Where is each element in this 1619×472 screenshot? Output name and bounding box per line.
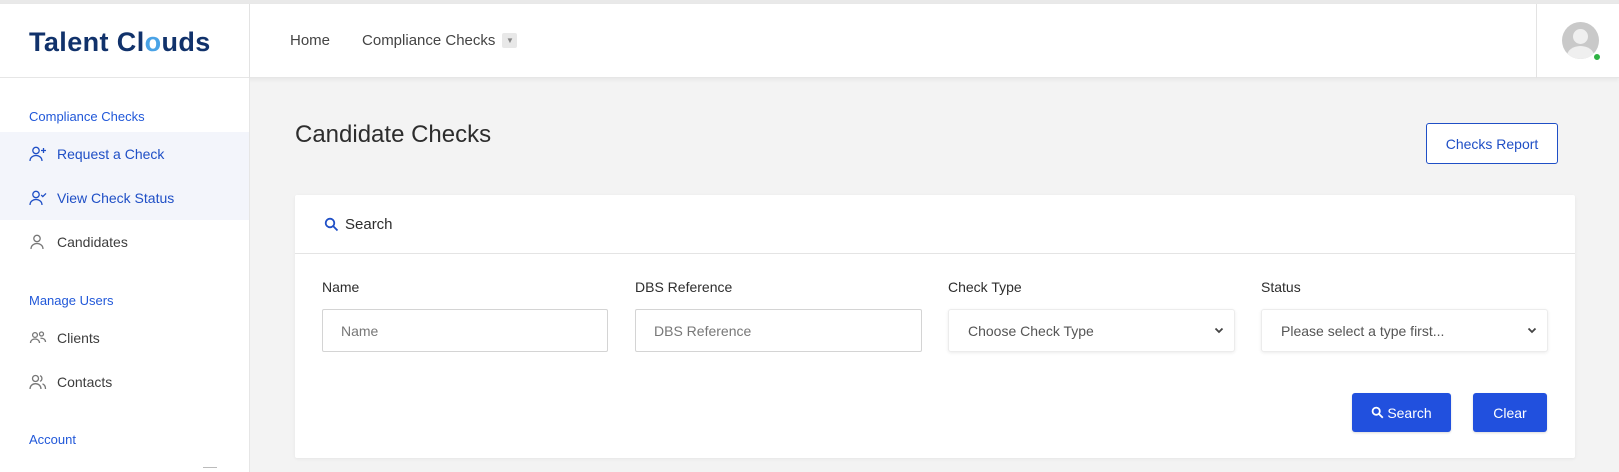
- user-icon: [29, 233, 47, 251]
- search-icon: [324, 217, 339, 232]
- name-input[interactable]: [322, 309, 608, 352]
- search-icon: [1371, 406, 1384, 419]
- sidebar-item-label: Contacts: [57, 374, 113, 390]
- brand-area: Talent Clouds: [0, 4, 250, 78]
- user-plus-icon: [29, 145, 47, 163]
- sidebar-item-contacts[interactable]: Contacts: [0, 360, 249, 404]
- sidebar: Compliance Checks Request a Check View C…: [0, 78, 250, 472]
- sidebar-scroll-indicator: [203, 467, 217, 472]
- name-label: Name: [322, 279, 360, 295]
- page-title: Candidate Checks: [295, 121, 492, 148]
- status-select[interactable]: Please select a type first...: [1261, 309, 1548, 352]
- status-value: Please select a type first...: [1281, 322, 1445, 339]
- clear-button[interactable]: Clear: [1473, 393, 1547, 432]
- nav-home[interactable]: Home: [290, 32, 330, 49]
- nav-compliance-dropdown[interactable]: Compliance Checks ▼: [362, 32, 518, 49]
- sidebar-section-account: Account: [29, 432, 76, 447]
- sidebar-item-candidates[interactable]: Candidates: [0, 220, 249, 264]
- checks-report-button[interactable]: Checks Report: [1426, 123, 1558, 164]
- sidebar-item-view-check-status[interactable]: View Check Status: [0, 176, 249, 220]
- sidebar-item-label: Clients: [57, 330, 100, 346]
- user-check-icon: [29, 189, 47, 207]
- avatar-body: [1567, 46, 1594, 59]
- brand-name-part1: Talent Cl: [29, 27, 145, 57]
- users-icon: [29, 329, 47, 347]
- sidebar-item-label: View Check Status: [57, 190, 175, 206]
- dbs-reference-input[interactable]: [635, 309, 922, 352]
- search-button[interactable]: Search: [1352, 393, 1451, 432]
- top-header: Talent Clouds Home Compliance Checks ▼: [0, 4, 1619, 78]
- brand-name-part2: uds: [161, 27, 211, 57]
- chevron-down-icon: [1526, 324, 1538, 336]
- avatar-head: [1573, 29, 1588, 44]
- brand-name-o: o: [144, 27, 162, 57]
- sidebar-item-request-check[interactable]: Request a Check: [0, 132, 249, 176]
- search-card: Search Name DBS Reference Check Type Cho…: [295, 195, 1575, 458]
- dbs-reference-label: DBS Reference: [635, 279, 733, 295]
- search-card-title: Search: [345, 215, 393, 233]
- nav-compliance-label: Compliance Checks: [362, 32, 496, 49]
- caret-down-icon: ▼: [502, 33, 518, 48]
- sidebar-section-compliance: Compliance Checks: [29, 109, 145, 124]
- sidebar-item-clients[interactable]: Clients: [0, 316, 249, 360]
- profile-area: [1536, 4, 1619, 78]
- search-button-label: Search: [1387, 404, 1432, 421]
- status-label: Status: [1261, 279, 1301, 295]
- sidebar-section-manage-users: Manage Users: [29, 293, 114, 308]
- chevron-down-icon: [1213, 324, 1225, 336]
- brand-logo[interactable]: Talent Clouds: [29, 27, 211, 58]
- search-card-header: Search: [295, 195, 1575, 254]
- sidebar-item-label: Candidates: [57, 234, 128, 250]
- check-type-label: Check Type: [948, 279, 1022, 295]
- contacts-icon: [29, 373, 47, 391]
- sidebar-item-label: Request a Check: [57, 146, 165, 162]
- check-type-select[interactable]: Choose Check Type: [948, 309, 1235, 352]
- online-status-icon: [1592, 52, 1602, 62]
- top-nav: Home Compliance Checks ▼: [290, 32, 518, 49]
- check-type-value: Choose Check Type: [968, 322, 1094, 339]
